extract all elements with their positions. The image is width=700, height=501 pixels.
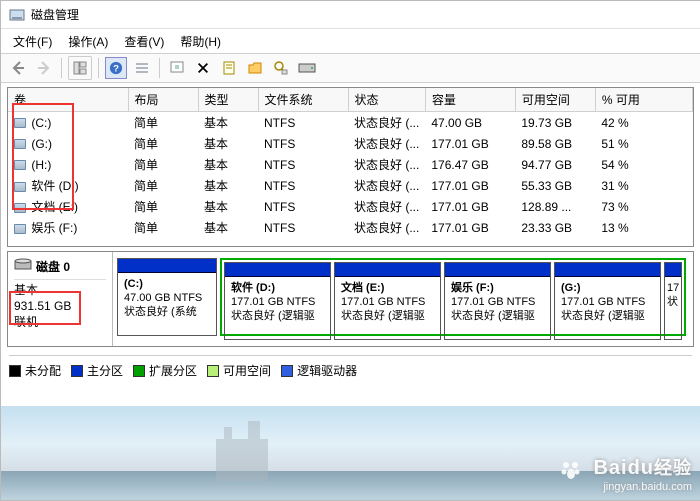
partition-f[interactable]: 娱乐 (F:) 177.01 GB NTFS 状态良好 (逻辑驱 — [444, 262, 551, 340]
col-status[interactable]: 状态 — [348, 88, 425, 112]
disk-size: 931.51 GB — [14, 298, 106, 314]
disk-type: 基本 — [14, 282, 106, 298]
help-button[interactable]: ? — [105, 57, 127, 79]
separator — [98, 58, 99, 78]
toolbar: ? — [1, 53, 700, 83]
table-row[interactable]: (C:) 简单基本NTFS 状态良好 (...47.00 GB19.73 GB4… — [8, 112, 693, 134]
disk-info-pane: 磁盘 0 基本 931.51 GB 联机 — [8, 252, 113, 346]
disk-mgmt-icon — [9, 7, 25, 23]
col-free[interactable]: 可用空间 — [515, 88, 595, 112]
disk-panel: 磁盘 0 基本 931.51 GB 联机 (C:) 47.00 GB NTFS … — [7, 251, 694, 347]
separator — [159, 58, 160, 78]
partition-d[interactable]: 软件 (D:) 177.01 GB NTFS 状态良好 (逻辑驱 — [224, 262, 331, 340]
separator — [61, 58, 62, 78]
legend-extended: 扩展分区 — [133, 362, 197, 379]
watermark-url: jingyan.baidu.com — [559, 481, 692, 493]
close-icon[interactable] — [192, 57, 214, 79]
table-header: 卷 布局 类型 文件系统 状态 容量 可用空间 % 可用 — [8, 88, 693, 112]
logical-stripe — [555, 263, 660, 277]
volume-icon — [14, 139, 26, 149]
logical-stripe — [445, 263, 550, 277]
refresh-button[interactable] — [166, 57, 188, 79]
folder-icon[interactable] — [244, 57, 266, 79]
list-button[interactable] — [131, 57, 153, 79]
col-capacity[interactable]: 容量 — [425, 88, 515, 112]
col-fs[interactable]: 文件系统 — [258, 88, 348, 112]
svg-text:?: ? — [113, 64, 119, 75]
back-button[interactable] — [7, 57, 29, 79]
window-title: 磁盘管理 — [31, 6, 79, 23]
titlebar: 磁盘管理 — [1, 1, 700, 29]
extended-partition: 软件 (D:) 177.01 GB NTFS 状态良好 (逻辑驱 文档 (E:)… — [220, 258, 686, 336]
properties-icon[interactable] — [218, 57, 240, 79]
volume-table[interactable]: 卷 布局 类型 文件系统 状态 容量 可用空间 % 可用 (C:) 简单基本NT… — [8, 88, 693, 238]
col-layout[interactable]: 布局 — [128, 88, 198, 112]
partition-map: (C:) 47.00 GB NTFS 状态良好 (系统 软件 (D:) 177.… — [113, 252, 693, 346]
legend-primary: 主分区 — [71, 362, 123, 379]
menu-action[interactable]: 操作(A) — [64, 31, 112, 52]
forward-button[interactable] — [33, 57, 55, 79]
legend-logical: 逻辑驱动器 — [281, 362, 357, 379]
legend: 未分配 主分区 扩展分区 可用空间 逻辑驱动器 — [9, 355, 692, 379]
partition-e[interactable]: 文档 (E:) 177.01 GB NTFS 状态良好 (逻辑驱 — [334, 262, 441, 340]
logical-stripe — [665, 263, 681, 277]
volume-icon — [14, 203, 26, 213]
volume-table-wrapper: 卷 布局 类型 文件系统 状态 容量 可用空间 % 可用 (C:) 简单基本NT… — [7, 87, 694, 247]
menubar: 文件(F) 操作(A) 查看(V) 帮助(H) — [1, 29, 700, 53]
watermark: Baidu经验 jingyan.baidu.com — [559, 454, 692, 493]
col-type[interactable]: 类型 — [198, 88, 258, 112]
disk-label: 磁盘 0 — [36, 258, 70, 275]
disk-drive-icon — [14, 256, 32, 277]
view-button[interactable] — [69, 57, 91, 79]
table-row[interactable]: 软件 (D:) 简单基本NTFS 状态良好 (...177.01 GB55.33… — [8, 175, 693, 196]
search-icon[interactable] — [270, 57, 292, 79]
logical-stripe — [225, 263, 330, 277]
drive-icon[interactable] — [296, 57, 318, 79]
menu-view[interactable]: 查看(V) — [120, 31, 168, 52]
partition-c[interactable]: (C:) 47.00 GB NTFS 状态良好 (系统 — [117, 258, 217, 336]
partition-g[interactable]: (G:) 177.01 GB NTFS 状态良好 (逻辑驱 — [554, 262, 661, 340]
table-row[interactable]: (G:) 简单基本NTFS 状态良好 (...177.01 GB89.58 GB… — [8, 133, 693, 154]
col-volume[interactable]: 卷 — [8, 88, 128, 112]
primary-stripe — [118, 259, 216, 273]
volume-icon — [14, 182, 26, 192]
volume-icon — [14, 118, 26, 128]
partition-cutoff[interactable]: 17 状 — [664, 262, 682, 340]
table-row[interactable]: (H:) 简单基本NTFS 状态良好 (...176.47 GB94.77 GB… — [8, 154, 693, 175]
volume-icon — [14, 160, 26, 170]
menu-help[interactable]: 帮助(H) — [176, 31, 225, 52]
logical-stripe — [335, 263, 440, 277]
menu-file[interactable]: 文件(F) — [9, 31, 56, 52]
legend-freespace: 可用空间 — [207, 362, 271, 379]
disk-status: 联机 — [14, 314, 106, 330]
volume-icon — [14, 224, 26, 234]
table-row[interactable]: 娱乐 (F:) 简单基本NTFS 状态良好 (...177.01 GB23.33… — [8, 217, 693, 238]
legend-unallocated: 未分配 — [9, 362, 61, 379]
col-pct[interactable]: % 可用 — [595, 88, 692, 112]
table-row[interactable]: 文档 (E:) 简单基本NTFS 状态良好 (...177.01 GB128.8… — [8, 196, 693, 217]
